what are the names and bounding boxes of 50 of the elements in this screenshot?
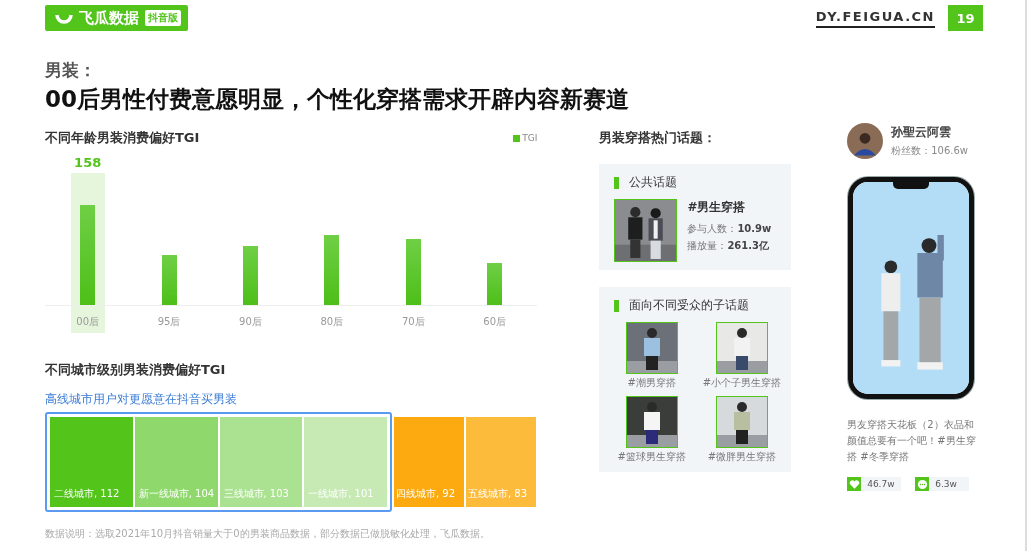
logo-icon bbox=[55, 12, 73, 24]
section-marker bbox=[614, 299, 620, 312]
topic-tag[interactable]: #潮男穿搭 bbox=[627, 376, 676, 390]
post-caption: 男友穿搭天花板（2）衣品和颜值总要有一个吧！#男生穿搭 #冬季穿搭 bbox=[847, 418, 977, 464]
comment-icon bbox=[915, 477, 930, 491]
comment-count: 6.3w bbox=[935, 479, 957, 489]
treemap-cell: 二线城市, 112 bbox=[50, 417, 133, 507]
footnote: 数据说明：选取2021年10月抖音销量大于0的男装商品数据，部分数据已做脱敏化处理，飞瓜数据。 bbox=[45, 527, 491, 541]
plays-stat: 播放量：261.3亿 bbox=[687, 239, 771, 253]
treemap-cell: 新一线城市, 104 bbox=[134, 417, 218, 507]
site-url: DY.FEIGUA.CN bbox=[815, 8, 935, 28]
axis-label: 60后 bbox=[483, 315, 506, 329]
treemap-cell: 三线城市, 103 bbox=[219, 417, 303, 507]
like-count: 46.7w bbox=[867, 479, 895, 489]
value-label: 158 bbox=[74, 155, 102, 172]
topic-tag[interactable]: #微胖男生穿搭 bbox=[707, 450, 777, 464]
highlight-caption: 高线城市用户对更愿意在抖音买男装 bbox=[45, 391, 238, 408]
page-title: 00后男性付费意愿明显，个性化穿搭需求开辟内容新赛道 bbox=[45, 85, 630, 114]
card-title: 面向不同受众的子话题 bbox=[629, 297, 750, 314]
bar bbox=[487, 263, 503, 305]
section-label: 男装： bbox=[45, 59, 97, 82]
bar bbox=[324, 235, 340, 305]
participants-stat: 参与人数：10.9w bbox=[687, 222, 772, 236]
axis-label: 80后 bbox=[320, 315, 344, 329]
topic-tag[interactable]: #小个子男生穿搭 bbox=[702, 376, 782, 390]
chart-title: 不同年龄男装消费偏好TGI bbox=[45, 129, 200, 147]
logo-badge: 抖音版 bbox=[145, 10, 181, 26]
axis-label: 00后 bbox=[76, 315, 100, 329]
axis-label: 70后 bbox=[401, 315, 425, 329]
bar bbox=[242, 246, 258, 305]
axis-label: 95后 bbox=[157, 315, 181, 329]
phone-notch bbox=[893, 182, 930, 189]
card-title: 公共话题 bbox=[629, 174, 678, 191]
bar bbox=[405, 239, 421, 305]
axis-label: 90后 bbox=[239, 315, 262, 329]
section-title: 男装穿搭热门话题： bbox=[599, 129, 718, 147]
avatar bbox=[847, 123, 884, 159]
chart-title: 不同城市级别男装消费偏好TGI bbox=[45, 361, 227, 379]
logo-text: 飞瓜数据 bbox=[79, 8, 139, 28]
heart-icon bbox=[847, 477, 862, 491]
bar bbox=[161, 255, 177, 305]
treemap-cell: 五线城市, 83 bbox=[466, 417, 536, 507]
topic-tag[interactable]: #篮球男生穿搭 bbox=[617, 450, 686, 464]
topic-tag[interactable]: #男生穿搭 bbox=[687, 199, 772, 216]
treemap-cell: 四线城市, 92 bbox=[394, 417, 464, 507]
page-number: 19 bbox=[948, 5, 983, 31]
creator-name: 孙聖云阿雲 bbox=[891, 124, 953, 141]
chart-legend: TGI bbox=[513, 133, 538, 143]
follower-count: 粉丝数：106.6w bbox=[891, 144, 968, 158]
section-marker bbox=[614, 176, 620, 189]
